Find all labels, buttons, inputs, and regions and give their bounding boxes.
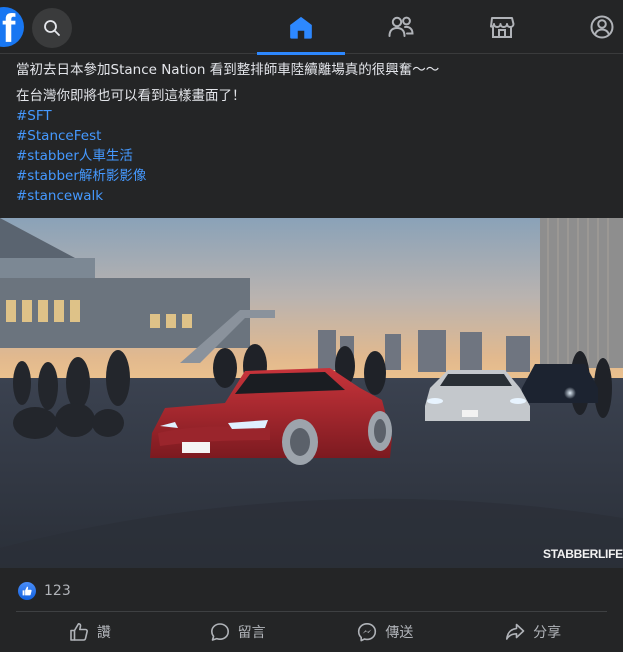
hashtag-link[interactable]: #SFT [16,106,616,126]
comment-label: 留言 [237,625,266,641]
hashtag-link[interactable]: #stancewalk [16,186,616,206]
home-icon [290,16,312,39]
tab-home[interactable] [257,0,345,55]
marketplace-icon [490,17,515,38]
hashtag-link[interactable]: #StanceFest [16,126,616,146]
hashtag-link[interactable]: #stabber人車生活 [16,146,616,166]
photo-watermark: STABBERLIFE [543,547,623,561]
tab-profile[interactable] [558,0,623,54]
reaction-count: 123 [44,583,71,599]
post-photo[interactable]: STABBERLIFE [0,218,623,568]
send-button[interactable]: 傳送 [312,616,460,648]
share-button[interactable]: 分享 [459,616,607,648]
post-text-line-1: 當初去日本參加Stance Nation 看到整排師車陸續離場真的很興奮～～ [16,62,440,78]
facebook-logo-letter: f [2,7,16,47]
reaction-summary[interactable]: 123 [18,580,71,602]
post-action-bar: 讚 留言 傳送 分享 [16,616,607,648]
tab-friends[interactable] [357,0,445,54]
messenger-icon [358,623,377,642]
send-label: 傳送 [385,625,414,641]
car-meet-photo: STABBERLIFE [0,218,623,568]
share-arrow-icon [506,623,525,640]
thumbs-up-icon [70,623,88,641]
share-label: 分享 [533,625,562,641]
divider [16,611,607,612]
tab-marketplace[interactable] [458,0,546,54]
top-navigation-bar: f [0,0,623,55]
comment-icon [210,623,229,641]
like-button[interactable]: 讚 [16,616,164,648]
search-icon [44,20,60,36]
post-message: 當初去日本參加Stance Nation 看到整排師車陸續離場真的很興奮～～ 在… [16,60,616,206]
friends-icon [388,16,414,37]
post-text-line-2: 在台灣你即將也可以看到這樣畫面了！ [16,88,246,104]
profile-icon [590,15,614,39]
hashtag-link[interactable]: #stabber解析影影像 [16,166,616,186]
facebook-logo[interactable]: f [0,7,24,47]
like-reaction-icon [18,582,36,600]
comment-button[interactable]: 留言 [164,616,312,648]
search-button[interactable] [32,8,72,48]
like-label: 讚 [96,625,111,641]
